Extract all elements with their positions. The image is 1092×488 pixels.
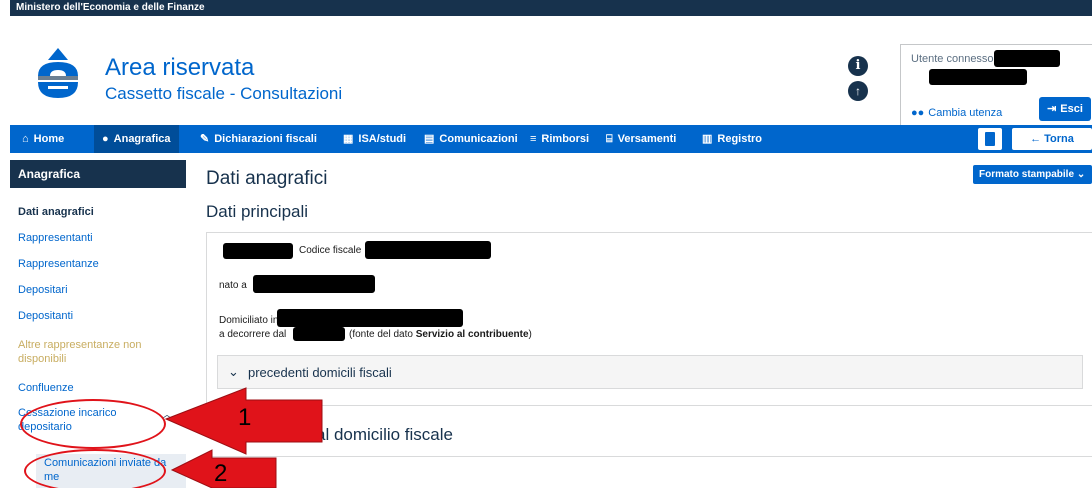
annotation-arrows [164, 387, 323, 488]
annotation-label-2: 2 [214, 460, 228, 487]
annotation-label-1: 1 [238, 404, 252, 431]
